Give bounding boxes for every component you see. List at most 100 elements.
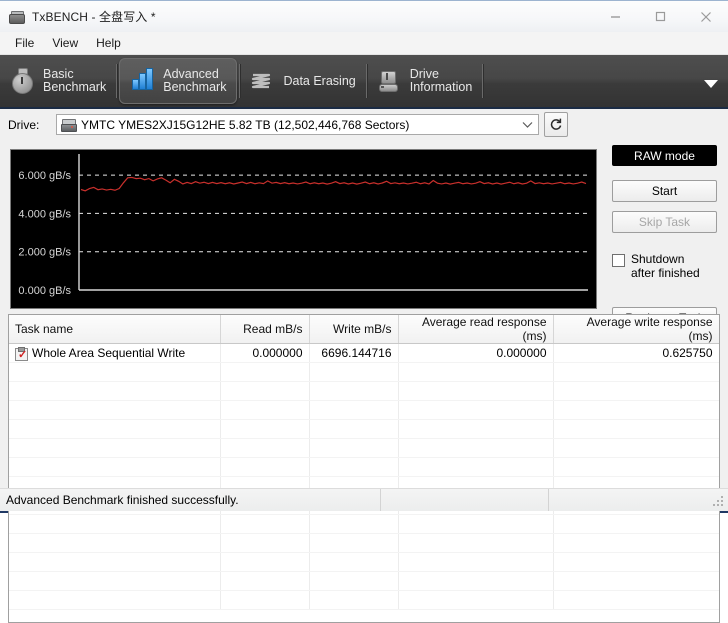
cell-empty <box>220 552 310 572</box>
tab-advanced-benchmark[interactable]: Advanced Benchmark <box>119 58 238 104</box>
table-row-empty[interactable] <box>9 400 719 420</box>
y-axis-tick-label: 6.000 gB/s <box>18 170 71 182</box>
cell-empty <box>398 362 554 382</box>
cell-empty <box>220 400 310 420</box>
refresh-icon <box>550 118 562 130</box>
title-bar: TxBENCH - 全盘写入 * <box>0 0 728 32</box>
drive-icon <box>61 118 77 132</box>
cell-empty <box>309 438 399 458</box>
table-header-row: Task name Read mB/s Write mB/s Average r… <box>9 315 719 344</box>
cell-empty <box>398 381 554 401</box>
drive-selector-row: Drive: YMTC YMES2XJ15G12HE 5.82 TB (12,5… <box>0 109 728 140</box>
cell-empty <box>553 438 719 458</box>
start-button[interactable]: Start <box>612 180 717 202</box>
cell-empty <box>398 400 554 420</box>
table-row-empty[interactable] <box>9 438 719 458</box>
shutdown-after-finished-label: Shutdown after finished <box>631 252 700 280</box>
skip-task-button[interactable]: Skip Task <box>612 211 717 233</box>
cell-empty <box>553 533 719 553</box>
minimize-button[interactable] <box>593 1 638 32</box>
table-row-empty[interactable] <box>9 590 719 610</box>
cell-empty <box>309 362 399 382</box>
drive-select[interactable]: YMTC YMES2XJ15G12HE 5.82 TB (12,502,446,… <box>56 114 539 135</box>
column-header-task-name[interactable]: Task name <box>9 315 221 344</box>
column-header-avg-read[interactable]: Average read response (ms) <box>398 315 554 344</box>
drive-label: Drive: <box>8 117 40 132</box>
cell-empty <box>553 419 719 439</box>
tab-data-erasing[interactable]: Data Erasing <box>240 59 365 103</box>
chart-series-line <box>80 176 587 192</box>
toolbar-separator <box>116 64 118 98</box>
table-row-empty[interactable] <box>9 533 719 553</box>
column-header-read[interactable]: Read mB/s <box>220 315 310 344</box>
cell-empty <box>220 457 310 477</box>
table-row-empty[interactable] <box>9 419 719 439</box>
cell-empty <box>220 590 310 610</box>
raw-mode-button[interactable]: RAW mode <box>612 145 717 166</box>
checkbox-box[interactable] <box>612 254 625 267</box>
cell-empty <box>309 571 399 591</box>
y-axis-tick-label: 4.000 gB/s <box>18 208 71 220</box>
tab-basic-benchmark-label: Basic Benchmark <box>43 67 107 94</box>
menu-bar: File View Help <box>0 32 728 55</box>
table-row-empty[interactable] <box>9 571 719 591</box>
maximize-button[interactable] <box>638 1 683 32</box>
table-row-empty[interactable] <box>9 362 719 382</box>
menu-item-help[interactable]: Help <box>88 34 129 52</box>
cell-empty <box>220 438 310 458</box>
column-header-avg-write[interactable]: Average write response (ms) <box>553 315 719 344</box>
tab-drive-information-label: Drive Information <box>409 67 473 94</box>
resize-grip-icon[interactable] <box>713 496 725 508</box>
cell-empty <box>9 362 221 382</box>
cell-empty <box>553 571 719 591</box>
chevron-down-icon[interactable] <box>519 115 536 134</box>
cell-empty <box>398 438 554 458</box>
cell-empty <box>220 571 310 591</box>
table-row-empty[interactable] <box>9 552 719 572</box>
control-panel: RAW mode Start Skip Task Shutdown after … <box>612 145 719 329</box>
cell-task-name: ✓ Whole Area Sequential Write <box>9 343 221 363</box>
table-row-empty[interactable] <box>9 514 719 534</box>
shutdown-after-finished-checkbox[interactable]: Shutdown after finished <box>612 252 719 280</box>
cell-empty <box>398 533 554 553</box>
cell-empty <box>398 457 554 477</box>
cell-empty <box>553 400 719 420</box>
close-button[interactable] <box>683 1 728 32</box>
shredder-icon <box>249 67 275 95</box>
results-table[interactable]: Task name Read mB/s Write mB/s Average r… <box>8 314 720 623</box>
cell-empty <box>9 438 221 458</box>
table-row-empty[interactable] <box>9 457 719 477</box>
refresh-drives-button[interactable] <box>544 112 568 137</box>
cell-empty <box>553 381 719 401</box>
cell-empty <box>553 552 719 572</box>
menu-item-file[interactable]: File <box>7 34 42 52</box>
cell-write: 6696.144716 <box>309 343 399 363</box>
cell-empty <box>9 552 221 572</box>
cell-empty <box>220 514 310 534</box>
drive-info-icon <box>376 67 402 95</box>
txbench-window: TxBENCH - 全盘写入 * File View Help Basic Be… <box>0 0 728 623</box>
cell-empty <box>398 590 554 610</box>
table-row-empty[interactable] <box>9 381 719 401</box>
window-controls <box>593 1 728 32</box>
cell-empty <box>220 533 310 553</box>
cell-empty <box>9 514 221 534</box>
toolbar-overflow-button[interactable] <box>694 55 728 107</box>
task-name-text: Whole Area Sequential Write <box>32 346 186 360</box>
cell-empty <box>309 533 399 553</box>
cell-empty <box>398 419 554 439</box>
table-body: ✓ Whole Area Sequential Write 0.000000 6696… <box>9 343 719 610</box>
column-header-write[interactable]: Write mB/s <box>309 315 399 344</box>
cell-empty <box>220 419 310 439</box>
cell-avg-write: 0.625750 <box>553 343 719 363</box>
drive-select-value: YMTC YMES2XJ15G12HE 5.82 TB (12,502,446,… <box>81 117 410 132</box>
menu-item-view[interactable]: View <box>44 34 86 52</box>
bar-chart-icon <box>129 67 155 95</box>
app-drive-icon <box>8 9 26 25</box>
cell-empty <box>309 400 399 420</box>
table-row[interactable]: ✓ Whole Area Sequential Write 0.000000 6696… <box>9 343 719 363</box>
tab-basic-benchmark[interactable]: Basic Benchmark <box>0 59 116 103</box>
cell-empty <box>9 533 221 553</box>
cell-empty <box>309 552 399 572</box>
tab-drive-information[interactable]: Drive Information <box>367 59 483 103</box>
